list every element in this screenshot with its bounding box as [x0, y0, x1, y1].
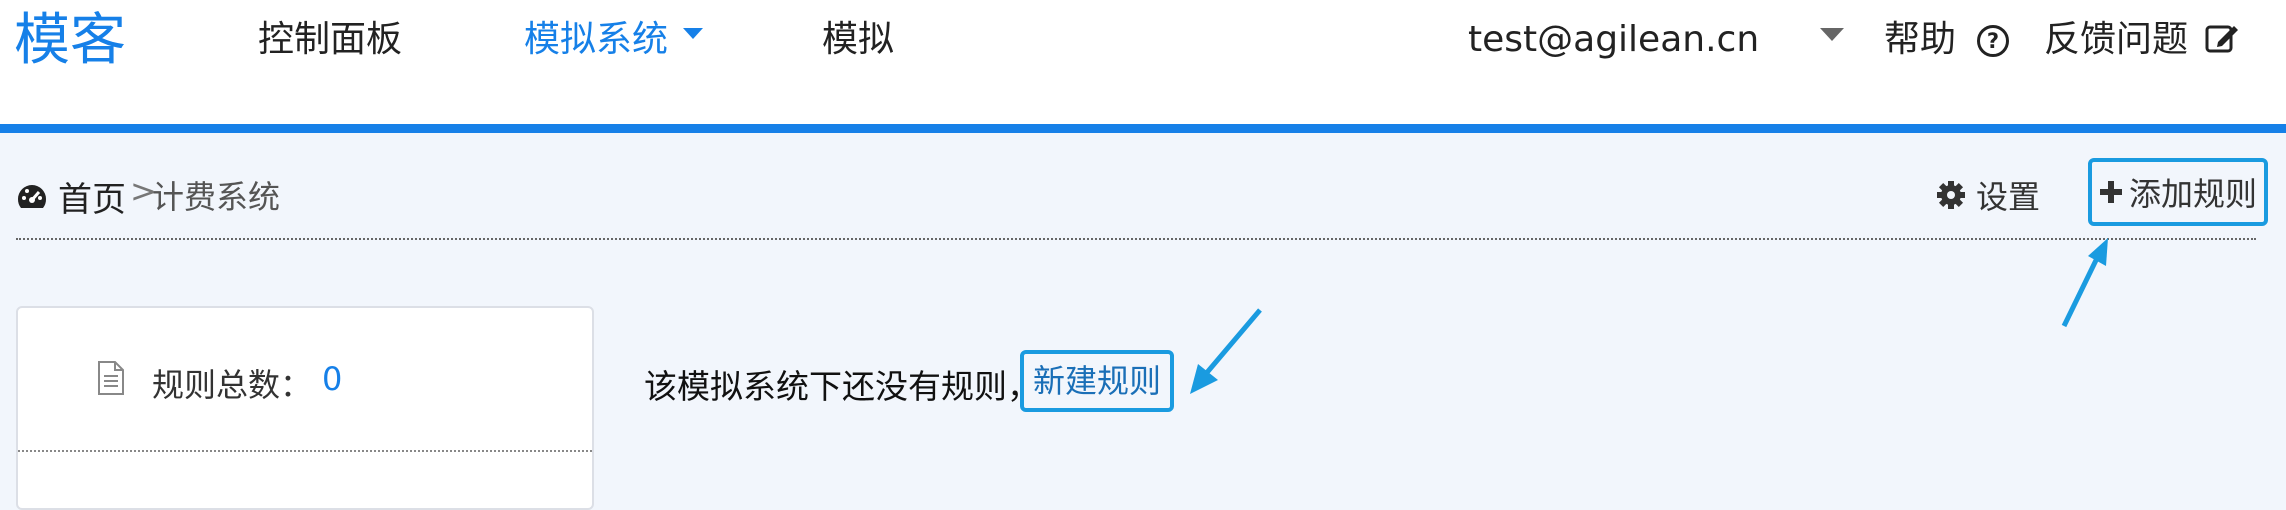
stats-card: 规则总数： 0: [16, 306, 594, 510]
top-navbar: 模客 控制面板 模拟系统 模拟 test@agilean.cn 帮助 ? 反馈问…: [0, 0, 2286, 133]
breadcrumb-home[interactable]: 首页: [16, 172, 126, 221]
annotation-arrow-left: [1190, 308, 1262, 394]
nav-simulation-systems-label: 模拟系统: [524, 19, 669, 60]
user-menu-caret-icon[interactable]: [1820, 28, 1844, 41]
dashboard-icon: [17, 184, 47, 208]
brand-logo[interactable]: 模客: [14, 6, 126, 76]
gear-icon: [1937, 181, 1965, 209]
add-rule-button[interactable]: 添加规则: [2088, 158, 2268, 226]
settings-label: 设置: [1976, 178, 2041, 216]
user-menu[interactable]: test@agilean.cn: [1468, 18, 1759, 62]
total-rules-value: 0: [322, 360, 343, 398]
new-rule-link[interactable]: 新建规则: [1020, 350, 1174, 412]
feedback-link[interactable]: 反馈问题: [2044, 18, 2188, 62]
breadcrumb-current: 计费系统: [152, 178, 281, 216]
total-rules-row: 规则总数： 0: [18, 308, 592, 452]
add-rule-label: 添加规则: [2128, 175, 2257, 213]
settings-button[interactable]: 设置: [1936, 172, 2040, 218]
help-link[interactable]: 帮助: [1884, 18, 1956, 62]
breadcrumb-home-label: 首页: [58, 180, 126, 220]
nav-simulate[interactable]: 模拟: [822, 18, 894, 62]
empty-state-message: 该模拟系统下还没有规则，: [644, 367, 1040, 406]
chevron-down-icon: [683, 27, 704, 39]
total-rules-label: 规则总数：: [152, 366, 313, 404]
document-icon: [98, 361, 124, 395]
plus-icon: [2099, 181, 2122, 203]
breadcrumb-bar: 首页 > 计费系统 设置: [16, 158, 2256, 240]
annotation-arrow-up: [2061, 238, 2108, 328]
edit-icon[interactable]: [2204, 20, 2240, 56]
question-circle-icon[interactable]: ?: [1977, 25, 2009, 57]
nav-simulation-systems[interactable]: 模拟系统: [524, 18, 704, 62]
nav-dashboard[interactable]: 控制面板: [258, 18, 402, 62]
